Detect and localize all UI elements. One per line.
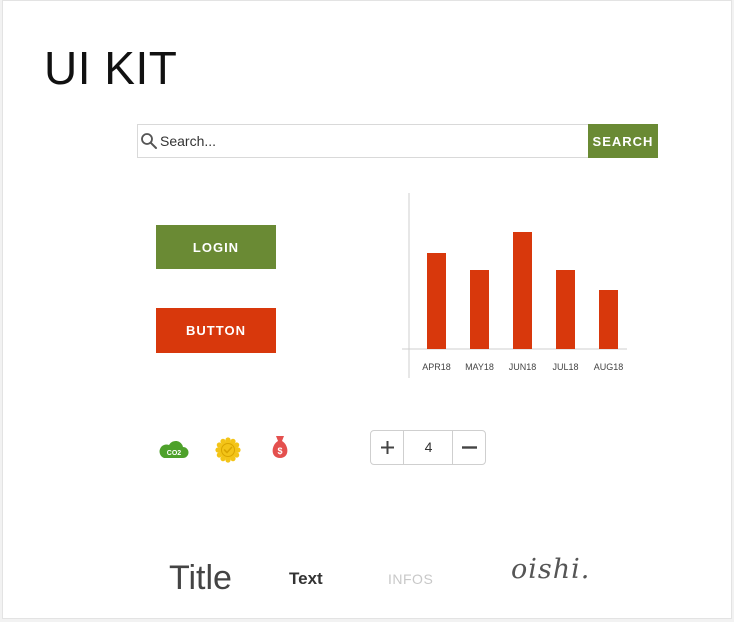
x-tick-label-apr18: APR18 [422, 362, 451, 372]
bar-aug18 [599, 290, 618, 349]
ui-kit-canvas: UI KIT SEARCH LOGIN BUTTON APR18 MAY18 JUN… [2, 0, 732, 619]
quantity-stepper: 4 [370, 430, 486, 465]
bar-jul18 [556, 270, 575, 349]
typography-title: Title [169, 559, 232, 597]
minus-icon [462, 446, 477, 449]
x-tick-label-jul18: JUL18 [552, 362, 578, 372]
plus-icon [381, 441, 394, 454]
co2-cloud-icon: CO2 [159, 440, 189, 458]
bar-jun18 [513, 232, 532, 349]
typography-infos: INFOS [388, 571, 434, 587]
typography-text: Text [289, 569, 323, 588]
money-bag-icon: $ [272, 436, 288, 458]
svg-text:$: $ [277, 446, 282, 456]
search-bar [137, 124, 658, 158]
increment-button[interactable] [371, 431, 404, 464]
search-icon [141, 133, 157, 149]
x-tick-label-may18: MAY18 [465, 362, 494, 372]
search-button[interactable]: SEARCH [588, 124, 658, 158]
bar-chart: APR18 MAY18 JUN18 JUL18 AUG18 [402, 193, 627, 378]
bar-may18 [470, 270, 489, 349]
primary-button[interactable]: BUTTON [156, 308, 276, 353]
stepper-value[interactable]: 4 [405, 431, 452, 464]
search-input[interactable] [160, 125, 580, 157]
oishi-logo: oishi. [511, 554, 591, 585]
bar-apr18 [427, 253, 446, 349]
page-title: UI KIT [44, 42, 178, 94]
x-tick-label-aug18: AUG18 [594, 362, 624, 372]
decrement-button[interactable] [452, 431, 485, 464]
check-badge-icon [215, 437, 241, 463]
co2-label: CO2 [167, 450, 182, 457]
login-button[interactable]: LOGIN [156, 225, 276, 269]
x-tick-label-jun18: JUN18 [509, 362, 537, 372]
